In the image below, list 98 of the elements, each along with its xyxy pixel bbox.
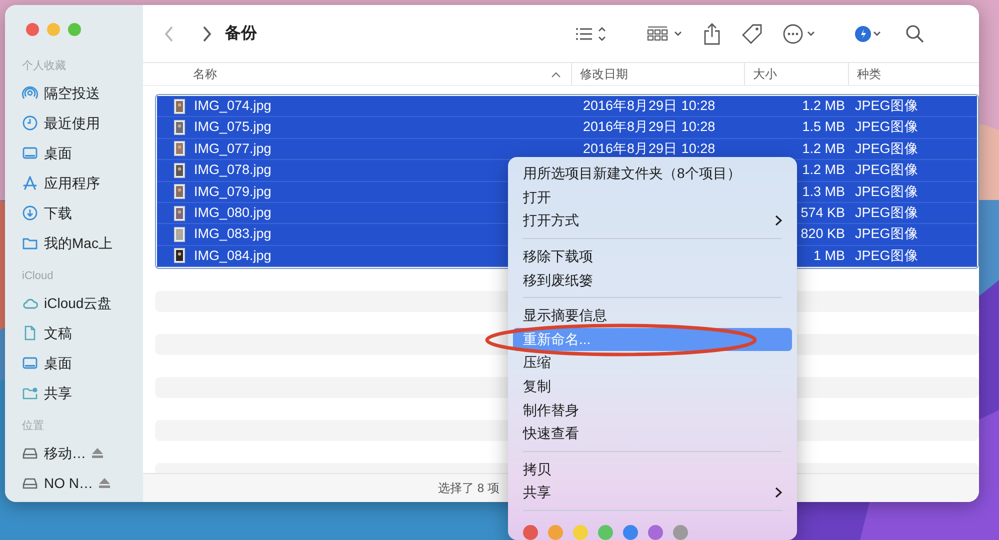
file-name: IMG_083.jpg <box>194 225 272 244</box>
image-thumbnail-icon <box>174 162 185 178</box>
image-thumbnail-icon <box>174 98 185 114</box>
file-row[interactable]: IMG_077.jpg 2016年8月29日 10:28 1.2 MB JPEG图像 <box>157 138 977 160</box>
size-cell-text: 1.3 MB <box>802 182 845 201</box>
date-cell: 2016年8月29日 10:28 <box>583 98 716 114</box>
column-header[interactable]: 修改日期 <box>580 65 628 83</box>
menu-item[interactable]: 快速查看 <box>513 422 792 446</box>
file-name: IMG_077.jpg <box>194 140 272 158</box>
menu-item[interactable]: 共享 <box>513 481 792 505</box>
menu-item[interactable]: 拷贝 <box>513 458 792 482</box>
desktop-icon <box>22 355 38 371</box>
file-name: IMG_079.jpg <box>194 182 272 201</box>
file-name: IMG_080.jpg <box>194 204 272 222</box>
menu-item[interactable]: 压缩 <box>513 351 792 375</box>
sidebar-item[interactable]: 隔空投送 <box>19 78 143 108</box>
sidebar-item[interactable]: iCloud云盘 <box>19 288 143 318</box>
list-view-icon[interactable] <box>575 24 607 42</box>
size-cell-text: 820 KB <box>800 225 845 244</box>
shared-folder-icon <box>22 385 38 401</box>
document-icon <box>22 325 38 341</box>
size-cell-text: 1.5 MB <box>802 118 845 136</box>
image-thumbnail-icon <box>174 184 185 200</box>
kind-cell-text: JPEG图像 <box>855 225 918 244</box>
column-header[interactable]: 种类 <box>857 65 881 83</box>
column-header[interactable]: 大小 <box>753 65 777 83</box>
kind-cell-text: JPEG图像 <box>855 204 918 222</box>
download-icon <box>22 205 38 221</box>
tag-color-dot[interactable] <box>573 524 588 540</box>
sidebar-item[interactable]: 共享 <box>19 378 143 408</box>
file-name: IMG_075.jpg <box>194 118 272 136</box>
tag-color-dot[interactable] <box>648 524 663 540</box>
sidebar-item[interactable]: 桌面 <box>19 348 143 378</box>
app-store-icon <box>22 175 38 191</box>
kind-cell-text: JPEG图像 <box>855 140 918 158</box>
sidebar-item[interactable]: 最近使用 <box>19 108 143 138</box>
sidebar-item[interactable]: 应用程序 <box>19 168 143 198</box>
menu-item[interactable]: 移除下载项 <box>513 244 792 268</box>
file-row[interactable]: IMG_074.jpg 2016年8月29日 10:28 1.2 MB JPEG图像 <box>157 96 977 118</box>
sidebar-item[interactable]: 移动… <box>19 438 143 468</box>
kind-cell-text: JPEG图像 <box>855 161 918 180</box>
forward-icon[interactable] <box>201 24 213 42</box>
eject-icon[interactable] <box>99 478 110 488</box>
menu-item[interactable]: 显示摘要信息 <box>513 304 792 328</box>
sidebar-item[interactable]: 文稿 <box>19 318 143 348</box>
tag-color-dot[interactable] <box>598 524 613 540</box>
section-heading: iCloud <box>22 269 54 284</box>
image-thumbnail-icon <box>174 227 185 242</box>
close-button[interactable] <box>26 23 39 36</box>
status-text: 选择了 8 项 <box>438 480 500 497</box>
zoom-button[interactable] <box>68 23 81 36</box>
section-heading: 位置 <box>22 419 45 434</box>
tag-color-dot[interactable] <box>523 524 538 540</box>
column-header[interactable]: 名称 <box>193 65 217 83</box>
file-name: IMG_074.jpg <box>194 97 272 116</box>
kind-cell-text: JPEG图像 <box>855 246 918 265</box>
minimize-button[interactable] <box>47 23 60 36</box>
sidebar-item[interactable]: NO N… <box>19 468 143 498</box>
kind-cell-text: JPEG图像 <box>855 182 918 201</box>
tag-color-dot[interactable] <box>673 524 688 540</box>
tag-icon[interactable] <box>741 22 763 44</box>
size-cell-text: 1.2 MB <box>802 161 845 180</box>
window-title: 备份 <box>225 24 257 44</box>
menu-item[interactable]: 打开方式 <box>513 209 792 233</box>
clock-icon <box>22 115 38 131</box>
desktop-icon <box>22 145 38 161</box>
sidebar-item[interactable]: 下载 <box>19 198 143 228</box>
image-thumbnail-icon <box>174 120 185 136</box>
image-thumbnail-icon <box>174 141 185 156</box>
menu-item[interactable]: 打开 <box>513 186 792 210</box>
sort-ascending-icon[interactable] <box>551 70 561 78</box>
size-cell-text: 574 KB <box>800 204 845 222</box>
section-heading: 个人收藏 <box>22 58 67 74</box>
kind-cell-text: JPEG图像 <box>855 97 918 116</box>
back-icon[interactable] <box>163 24 175 42</box>
size-cell-text: 1 MB <box>813 246 845 265</box>
tag-color-dot[interactable] <box>623 524 638 540</box>
kind-cell-text: JPEG图像 <box>855 118 918 136</box>
file-name: IMG_078.jpg <box>194 161 272 180</box>
share-icon[interactable] <box>703 22 721 44</box>
menu-item[interactable]: 复制 <box>513 374 792 398</box>
file-row[interactable]: IMG_075.jpg 2016年8月29日 10:28 1.5 MB JPEG图像 <box>157 117 977 139</box>
search-icon[interactable] <box>905 24 925 44</box>
sidebar-item[interactable]: 桌面 <box>19 138 143 168</box>
date-cell: 2016年8月29日 10:28 <box>583 140 716 156</box>
account-icon[interactable] <box>855 24 883 42</box>
date-cell: 2016年8月29日 10:28 <box>583 119 716 134</box>
size-cell-text: 1.2 MB <box>802 140 845 158</box>
sidebar-item[interactable]: 我的Mac上 <box>19 228 143 258</box>
menu-item[interactable]: 移到废纸篓 <box>513 268 792 292</box>
tag-color-dot[interactable] <box>548 524 563 540</box>
airdrop-icon <box>22 85 38 101</box>
file-name: IMG_084.jpg <box>194 246 272 265</box>
image-thumbnail-icon <box>174 248 185 264</box>
size-cell-text: 1.2 MB <box>802 97 845 116</box>
image-thumbnail-icon <box>174 206 185 221</box>
menu-item[interactable]: 制作替身 <box>513 398 792 422</box>
eject-icon[interactable] <box>92 448 103 458</box>
